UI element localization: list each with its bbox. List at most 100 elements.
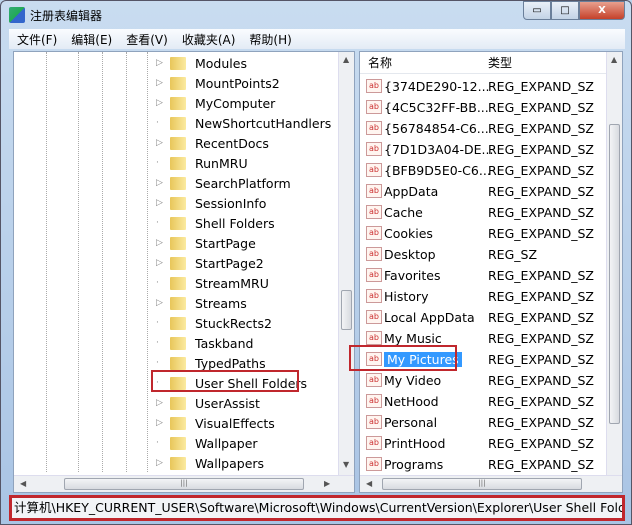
list-row[interactable]: ab PrintHood REG_EXPAND_SZ [360, 433, 594, 453]
expand-arrow-icon[interactable]: ▷ [156, 58, 166, 68]
expand-arrow-icon[interactable]: ▷ [156, 458, 166, 468]
folder-icon [170, 296, 186, 310]
maximize-button[interactable]: □ [551, 1, 579, 20]
expand-arrow-icon[interactable]: ▷ [156, 238, 166, 248]
close-button[interactable]: X [579, 1, 625, 20]
list-row[interactable]: ab NetHood REG_EXPAND_SZ [360, 391, 594, 411]
expand-arrow-icon[interactable]: ▷ [156, 418, 166, 428]
tree-item[interactable]: · StreamMRU [156, 273, 269, 293]
expand-arrow-icon[interactable]: ▷ [156, 178, 166, 188]
value-name: My Video [384, 372, 442, 388]
list-row[interactable]: ab Favorites REG_EXPAND_SZ [360, 265, 594, 285]
tree-item[interactable]: · Shell Folders [156, 213, 275, 233]
string-value-icon: ab [366, 100, 382, 114]
tree-item[interactable]: ▷ Wallpapers [156, 453, 264, 473]
list-row[interactable]: ab Local AppData REG_EXPAND_SZ [360, 307, 594, 327]
list-row[interactable]: ab My Video REG_EXPAND_SZ [360, 370, 594, 390]
scroll-left-icon[interactable]: ◀ [366, 479, 372, 488]
expand-arrow-icon[interactable]: ▷ [156, 258, 166, 268]
string-value-icon: ab [366, 226, 382, 240]
list-hscroll-thumb[interactable]: ||| [382, 478, 582, 490]
scroll-down-icon[interactable]: ▼ [343, 460, 349, 469]
tree-vertical-scrollbar[interactable]: ▲ ▼ [338, 52, 354, 476]
tree-horizontal-scrollbar[interactable]: ◀ ||| ▶ [14, 475, 354, 492]
tree-scroll-thumb[interactable] [341, 290, 352, 330]
tree-item-label: MountPoints2 [195, 75, 280, 91]
expand-arrow-icon[interactable]: ▷ [156, 78, 166, 88]
expand-arrow-icon[interactable]: ▷ [156, 138, 166, 148]
list-row[interactable]: ab {374DE290-12... REG_EXPAND_SZ [360, 76, 594, 96]
tree-item[interactable]: ▷ Modules [156, 53, 247, 73]
tree-item[interactable]: ▷ UserAssist [156, 393, 260, 413]
scroll-right-icon[interactable]: ▶ [324, 479, 330, 488]
list-row[interactable]: ab History REG_EXPAND_SZ [360, 286, 594, 306]
list-vertical-scrollbar[interactable]: ▲ [606, 52, 622, 476]
list-horizontal-scrollbar[interactable]: ◀ ||| [360, 475, 622, 492]
menu-favorites[interactable]: 收藏夹(A) [182, 31, 236, 48]
tree-item[interactable]: ▷ MountPoints2 [156, 73, 280, 93]
tree-item[interactable]: · NewShortcutHandlers [156, 113, 331, 133]
tree-item-label: StreamMRU [195, 275, 269, 291]
folder-icon [170, 416, 186, 430]
tree-hscroll-thumb[interactable]: ||| [64, 478, 304, 490]
list-row[interactable]: ab Personal REG_EXPAND_SZ [360, 412, 594, 432]
registry-editor-window: 注册表编辑器 ▭ □ X 文件(F) 编辑(E) 查看(V) 收藏夹(A) 帮助… [0, 0, 632, 525]
tree-item-label: SessionInfo [195, 195, 267, 211]
value-name: History [384, 288, 429, 304]
value-name: Local AppData [384, 309, 475, 325]
string-value-icon: ab [366, 163, 382, 177]
expand-arrow-icon[interactable]: ▷ [156, 298, 166, 308]
tree-item[interactable]: ▷ StartPage2 [156, 253, 264, 273]
menu-edit[interactable]: 编辑(E) [71, 31, 112, 48]
tree-item[interactable]: ▷ StartPage [156, 233, 256, 253]
tree-item-label: Wallpaper [195, 435, 258, 451]
value-type: REG_EXPAND_SZ [488, 414, 594, 430]
value-name: Desktop [384, 246, 436, 262]
tree-item[interactable]: · Taskband [156, 333, 253, 353]
column-type-header[interactable]: 类型 [480, 54, 512, 71]
expand-arrow-icon[interactable]: ▷ [156, 398, 166, 408]
column-name-header[interactable]: 名称 [360, 54, 480, 71]
tree-item-label: StartPage2 [195, 255, 264, 271]
tree-item[interactable]: · Wallpaper [156, 433, 258, 453]
list-row[interactable]: ab {BFB9D5E0-C6... REG_EXPAND_SZ [360, 160, 594, 180]
list-row[interactable]: ab Desktop REG_SZ [360, 244, 537, 264]
minimize-button[interactable]: ▭ [523, 1, 551, 20]
menu-view[interactable]: 查看(V) [126, 31, 168, 48]
tree-connector: · [156, 218, 159, 228]
list-row[interactable]: ab AppData REG_EXPAND_SZ [360, 181, 594, 201]
list-row[interactable]: ab {7D1D3A04-DE... REG_EXPAND_SZ [360, 139, 594, 159]
list-row[interactable]: ab {4C5C32FF-BB... REG_EXPAND_SZ [360, 97, 594, 117]
tree-item-label: Modules [195, 55, 247, 71]
tree-item[interactable]: ▷ VisualEffects [156, 413, 275, 433]
expand-arrow-icon[interactable]: ▷ [156, 98, 166, 108]
tree-item[interactable]: ▷ MyComputer [156, 93, 275, 113]
tree-item[interactable]: ▷ Streams [156, 293, 247, 313]
list-row[interactable]: ab {56784854-C6... REG_EXPAND_SZ [360, 118, 594, 138]
tree-item[interactable]: · StuckRects2 [156, 313, 272, 333]
scroll-left-icon[interactable]: ◀ [20, 479, 26, 488]
string-value-icon: ab [366, 310, 382, 324]
list-row[interactable]: ab Cookies REG_EXPAND_SZ [360, 223, 594, 243]
tree-item[interactable]: · RunMRU [156, 153, 248, 173]
tree-item[interactable]: ▷ SearchPlatform [156, 173, 291, 193]
tree-connector: · [156, 158, 159, 168]
value-type: REG_EXPAND_SZ [488, 372, 594, 388]
tree-connector: · [156, 278, 159, 288]
value-type: REG_EXPAND_SZ [488, 309, 594, 325]
tree-connector: · [156, 438, 159, 448]
tree-item-label: RunMRU [195, 155, 248, 171]
menu-file[interactable]: 文件(F) [17, 31, 57, 48]
list-scroll-thumb[interactable] [609, 124, 620, 424]
tree-item[interactable]: ▷ SessionInfo [156, 193, 266, 213]
value-type: REG_EXPAND_SZ [488, 351, 594, 367]
menu-help[interactable]: 帮助(H) [249, 31, 291, 48]
scroll-up-icon[interactable]: ▲ [611, 55, 617, 64]
tree-item[interactable]: ▷ RecentDocs [156, 133, 269, 153]
tree-item-label: Wallpapers [195, 455, 265, 471]
scroll-up-icon[interactable]: ▲ [343, 55, 349, 64]
list-row[interactable]: ab Programs REG_EXPAND_SZ [360, 454, 594, 474]
string-value-icon: ab [366, 121, 382, 135]
list-row[interactable]: ab Cache REG_EXPAND_SZ [360, 202, 594, 222]
expand-arrow-icon[interactable]: ▷ [156, 198, 166, 208]
